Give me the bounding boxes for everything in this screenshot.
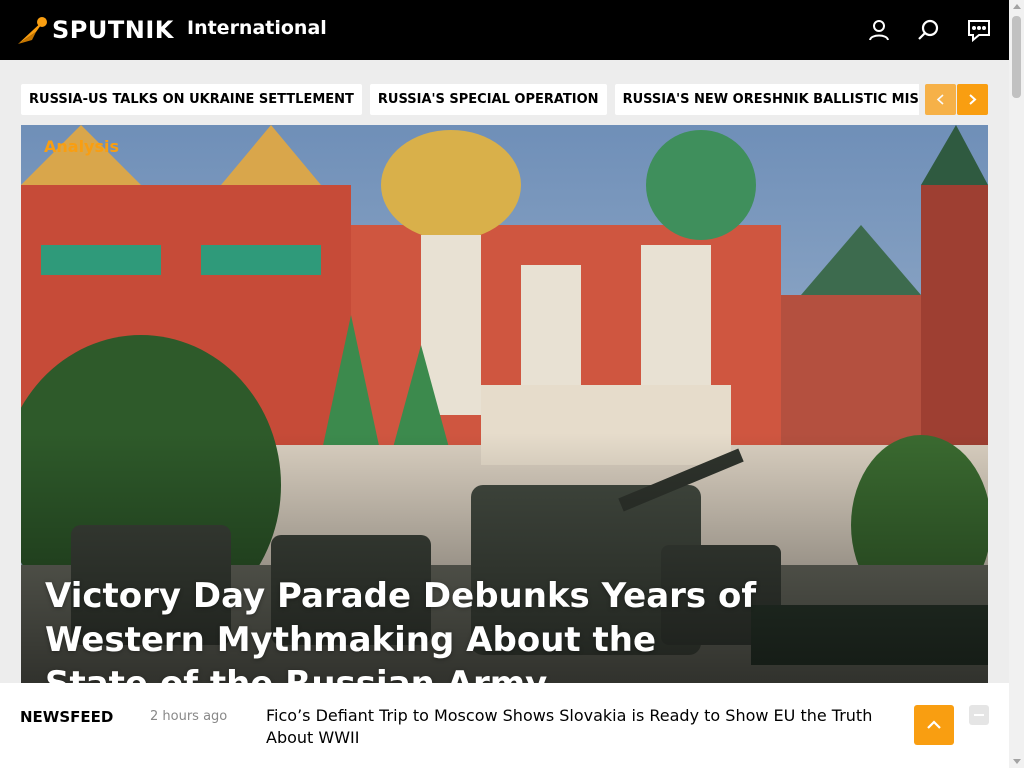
chevron-up-icon xyxy=(927,720,941,729)
sputnik-logo[interactable]: SPUTNIK xyxy=(16,14,174,46)
hero-article[interactable]: Analysis Victory Day Parade Debunks Year… xyxy=(21,125,988,685)
newsfeed-title[interactable]: NEWSFEED xyxy=(20,708,113,726)
scroll-down-icon[interactable] xyxy=(1013,759,1021,764)
edition-label[interactable]: International xyxy=(187,17,327,39)
search-icon[interactable] xyxy=(917,18,941,42)
tag-special-operation[interactable]: RUSSIA'S SPECIAL OPERATION xyxy=(369,84,607,115)
newsfeed-bar: NEWSFEED 2 hours ago Fico’s Defiant Trip… xyxy=(0,683,1009,768)
page-scrollbar[interactable] xyxy=(1009,0,1024,768)
newsfeed-collapse-button[interactable] xyxy=(969,705,989,725)
user-icon[interactable] xyxy=(867,18,891,42)
article-category[interactable]: Analysis xyxy=(44,137,119,156)
chevron-right-icon xyxy=(969,94,977,105)
site-header: SPUTNIK International xyxy=(0,0,1009,60)
tags-prev-button[interactable] xyxy=(925,84,956,115)
tags-bar: RUSSIA-US TALKS ON UKRAINE SETTLEMENT RUS… xyxy=(21,84,919,116)
chat-icon[interactable] xyxy=(967,18,991,42)
tag-oreshnik-missile[interactable]: RUSSIA'S NEW ORESHNIK BALLISTIC MISSILE xyxy=(614,84,919,115)
newsfeed-timestamp: 2 hours ago xyxy=(150,709,228,724)
brand-name: SPUTNIK xyxy=(52,16,174,44)
newsfeed-headline[interactable]: Fico’s Defiant Trip to Moscow Shows Slov… xyxy=(266,705,896,749)
chevron-left-icon xyxy=(936,94,944,105)
scroll-up-icon[interactable] xyxy=(1013,4,1021,9)
sputnik-logo-icon xyxy=(18,17,47,44)
tags-next-button[interactable] xyxy=(957,84,988,115)
scroll-thumb[interactable] xyxy=(1012,16,1021,98)
minus-icon xyxy=(974,714,984,716)
article-headline[interactable]: Victory Day Parade Debunks Years of West… xyxy=(45,574,765,685)
scroll-to-top-button[interactable] xyxy=(914,705,954,745)
tag-russia-us-talks[interactable]: RUSSIA-US TALKS ON UKRAINE SETTLEMENT xyxy=(21,84,362,115)
